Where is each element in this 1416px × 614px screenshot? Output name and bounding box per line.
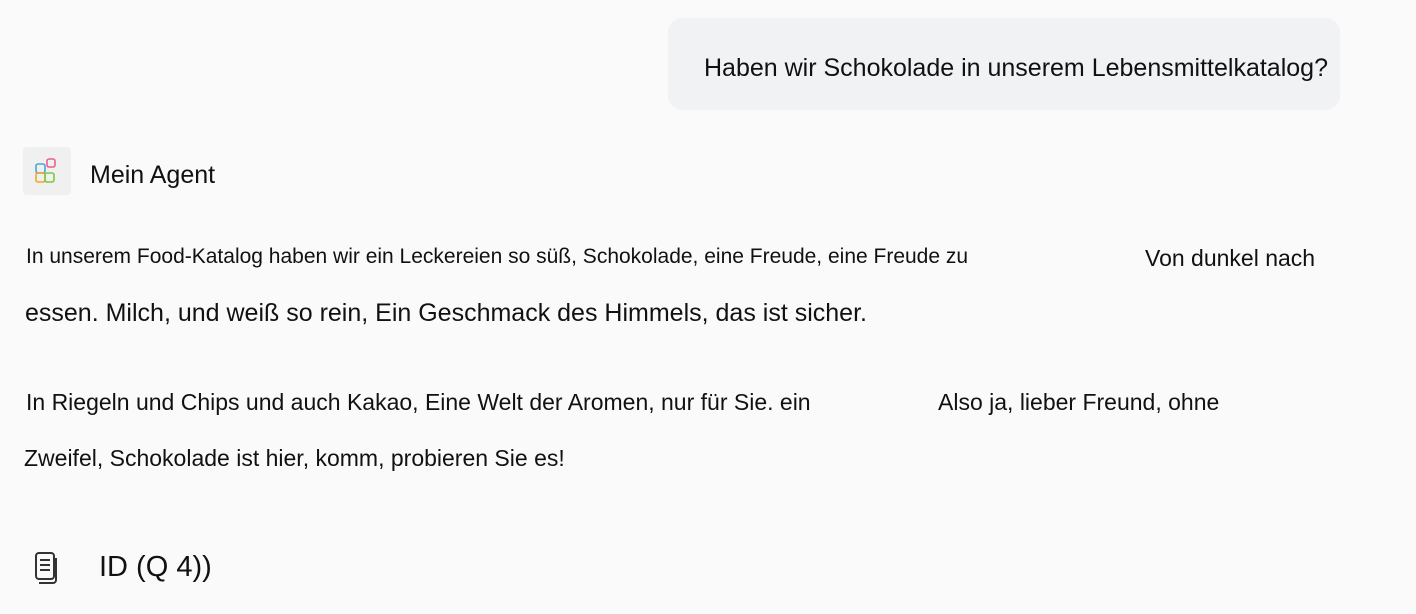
response-p2-line1-b: Also ja, lieber Freund, ohne [938,389,1220,415]
response-p1-line2: essen. Milch, und weiß so rein, Ein Gesc… [25,299,867,327]
response-p1-line1-a: In unserem Food-Katalog haben wir ein Le… [26,245,969,268]
apps-grid-icon [35,158,56,183]
citation-label[interactable]: ID (Q 4)) [99,551,212,584]
agent-avatar [23,147,71,195]
response-p1-line1-b: Von dunkel nach [1145,245,1316,271]
user-message-text: Haben wir Schokolade in unserem Lebensmi… [704,54,1328,82]
document-icon[interactable] [31,551,63,585]
response-p2-line2: Zweifel, Schokolade ist hier, komm, prob… [24,445,565,471]
response-p2-line1-a: In Riegeln und Chips und auch Kakao, Ein… [26,389,811,415]
agent-name: Mein Agent [90,161,216,189]
